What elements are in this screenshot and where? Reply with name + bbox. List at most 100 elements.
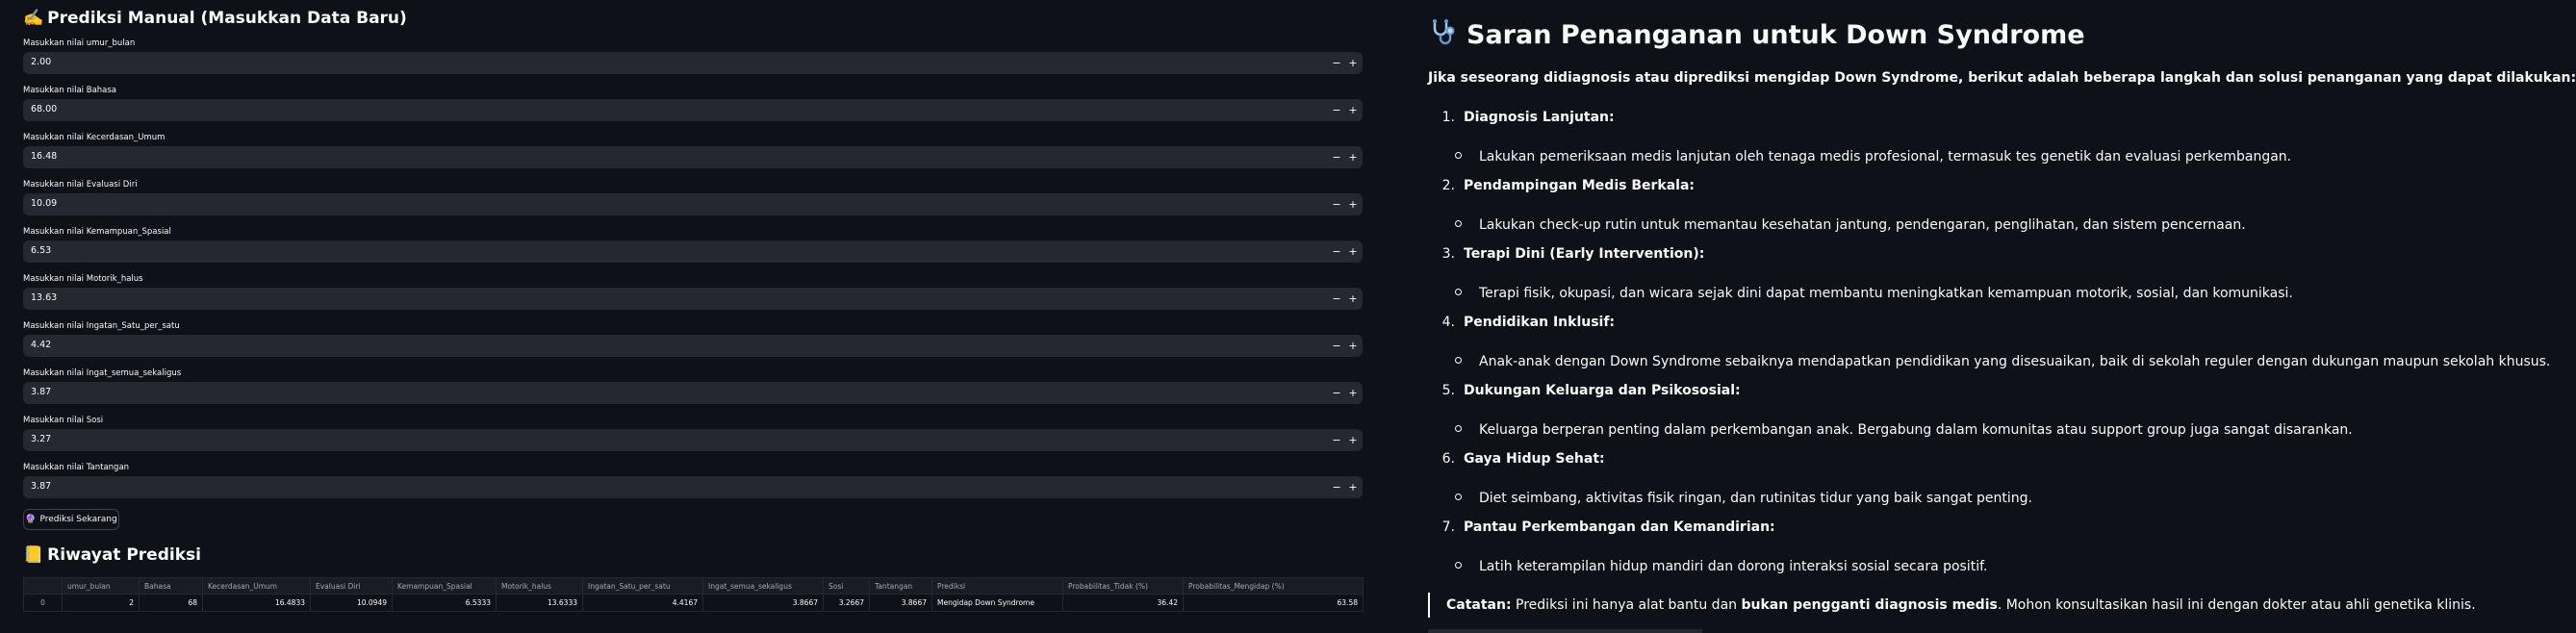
column-header[interactable]: umur_bulan (62, 577, 140, 595)
step-item: Lakukan check-up rutin untuk memantau ke… (1455, 217, 2246, 233)
step-title: 5. Dukungan Keluarga dan Psikososial: (1428, 383, 1741, 398)
increment-button[interactable]: + (1345, 386, 1361, 400)
step-item-text: Latih keterampilan hidup mandiri dan dor… (1479, 559, 1988, 574)
step-label: Pantau Perkembangan dan Kemandirian: (1464, 519, 1775, 535)
table-cell: 3.8667 (702, 594, 824, 612)
field-label: Masukkan nilai Kecerdasan_Umum (23, 133, 166, 142)
column-header[interactable]: Motorik_halus (496, 577, 583, 595)
table-cell: 10.0949 (310, 594, 393, 612)
column-header[interactable]: Probabilitas_Mengidap (%) (1183, 577, 1364, 595)
number-input-value[interactable]: 2.00 (31, 57, 51, 67)
step-item-text: Diet seimbang, aktivitas fisik ringan, d… (1479, 491, 2032, 506)
table-cell: 0 (23, 594, 63, 612)
number-input[interactable]: 13.63 − + (23, 288, 1363, 310)
step-item-text: Keluarga berperan penting dalam perkemba… (1479, 422, 2353, 438)
field-label: Masukkan nilai Ingat_semua_sekaligus (23, 368, 182, 378)
decrement-button[interactable]: − (1329, 291, 1344, 306)
predict-now-button[interactable]: 🔮 Prediksi Sekarang (23, 509, 119, 530)
step-title: 2. Pendampingan Medis Berkala: (1428, 178, 1695, 193)
increment-button[interactable]: + (1345, 433, 1361, 447)
increment-button[interactable]: + (1345, 197, 1361, 212)
circle-bullet-icon (1455, 288, 1462, 295)
ledger-icon: 📒 (23, 545, 44, 565)
number-input-value[interactable]: 3.87 (31, 387, 51, 397)
step-title: 4. Pendidikan Inklusif: (1428, 315, 1615, 330)
decrement-button[interactable]: − (1329, 150, 1344, 165)
column-header[interactable]: Bahasa (139, 577, 203, 595)
step-label: Dukungan Keluarga dan Psikososial: (1464, 383, 1741, 398)
step-item-text: Anak-anak dengan Down Syndrome sebaiknya… (1479, 354, 2551, 369)
increment-button[interactable]: + (1345, 480, 1361, 494)
bottom-element (1428, 629, 1702, 633)
column-header[interactable] (23, 577, 63, 595)
column-header[interactable]: Kecerdasan_Umum (202, 577, 311, 595)
decrement-button[interactable]: − (1329, 197, 1344, 212)
decrement-button[interactable]: − (1329, 433, 1344, 447)
step-item: Diet seimbang, aktivitas fisik ringan, d… (1455, 491, 2032, 506)
step-item-text: Terapi fisik, okupasi, dan wicara sejak … (1479, 286, 2293, 301)
increment-button[interactable]: + (1345, 291, 1361, 306)
number-input[interactable]: 4.42 − + (23, 335, 1363, 357)
decrement-button[interactable]: − (1329, 244, 1344, 259)
column-header[interactable]: Probabilitas_Tidak (%) (1062, 577, 1184, 595)
decrement-button[interactable]: − (1329, 339, 1344, 353)
column-header[interactable]: Tantangan (869, 577, 932, 595)
decrement-button[interactable]: − (1329, 56, 1344, 70)
step-item: Keluarga berperan penting dalam perkemba… (1455, 422, 2353, 438)
number-input[interactable]: 3.87 − + (23, 382, 1363, 404)
field-label: Masukkan nilai Evaluasi Diri (23, 180, 138, 190)
number-input-value[interactable]: 4.42 (31, 340, 51, 350)
history-table[interactable]: umur_bulan Bahasa Kecerdasan_Umum Evaluasi … (23, 577, 1364, 612)
number-input[interactable]: 6.53 − + (23, 241, 1363, 263)
column-header[interactable]: Ingatan_Satu_per_satu (582, 577, 703, 595)
step-number: 2. (1441, 178, 1455, 193)
decrement-button[interactable]: − (1329, 103, 1344, 117)
step-number: 7. (1441, 519, 1455, 535)
table-cell: 13.6333 (496, 594, 583, 612)
table-cell: 3.8667 (869, 594, 932, 612)
number-input-value[interactable]: 68.00 (31, 104, 57, 114)
crystal-ball-icon: 🔮 (25, 515, 37, 524)
app-page: ✍️ Prediksi Manual (Masukkan Data Baru) M… (0, 0, 2576, 633)
number-input-value[interactable]: 10.09 (31, 198, 57, 209)
step-label: Terapi Dini (Early Intervention): (1464, 246, 1705, 262)
step-number: 3. (1441, 246, 1455, 262)
number-input[interactable]: 68.00 − + (23, 99, 1363, 121)
increment-button[interactable]: + (1345, 244, 1361, 259)
increment-button[interactable]: + (1345, 150, 1361, 165)
number-input[interactable]: 16.48 − + (23, 146, 1363, 168)
column-header[interactable]: Evaluasi Diri (310, 577, 393, 595)
step-title: 6. Gaya Hidup Sehat: (1428, 451, 1605, 467)
number-input-value[interactable]: 6.53 (31, 245, 51, 256)
column-header[interactable]: Sosi (823, 577, 870, 595)
number-input-value[interactable]: 13.63 (31, 292, 57, 303)
column-header[interactable]: Kemampuan_Spasial (392, 577, 497, 595)
field-label: Masukkan nilai Bahasa (23, 86, 117, 95)
number-input[interactable]: 3.87 − + (23, 476, 1363, 498)
stethoscope-icon (1428, 17, 1457, 53)
column-header[interactable]: Prediksi (931, 577, 1063, 595)
increment-button[interactable]: + (1345, 339, 1361, 353)
table-cell: Mengidap Down Syndrome (931, 594, 1063, 612)
step-label: Gaya Hidup Sehat: (1464, 451, 1605, 467)
step-number: 1. (1441, 110, 1455, 125)
decrement-button[interactable]: − (1329, 386, 1344, 400)
step-label: Pendidikan Inklusif: (1464, 315, 1616, 330)
column-header[interactable]: Ingat_semua_sekaligus (702, 577, 824, 595)
manual-prediction-title: ✍️ Prediksi Manual (Masukkan Data Baru) (23, 9, 407, 28)
number-input[interactable]: 2.00 − + (23, 52, 1363, 74)
table-cell: 4.4167 (582, 594, 703, 612)
increment-button[interactable]: + (1345, 56, 1361, 70)
table-row[interactable]: 0 2 68 16.4833 10.0949 6.5333 13.6333 4.4167 3.8… (23, 594, 1364, 612)
decrement-button[interactable]: − (1329, 480, 1344, 494)
number-input-value[interactable]: 3.87 (31, 481, 51, 492)
step-item-text: Lakukan check-up rutin untuk memantau ke… (1479, 217, 2246, 233)
step-item-text: Lakukan pemeriksaan medis lanjutan oleh … (1479, 149, 2292, 165)
number-input[interactable]: 10.09 − + (23, 193, 1363, 215)
increment-button[interactable]: + (1345, 103, 1361, 117)
writing-hand-icon: ✍️ (23, 9, 44, 28)
number-input-value[interactable]: 3.27 (31, 434, 51, 444)
number-input[interactable]: 3.27 − + (23, 429, 1363, 451)
number-input-value[interactable]: 16.48 (31, 151, 57, 162)
history-title: 📒 Riwayat Prediksi (23, 545, 201, 565)
